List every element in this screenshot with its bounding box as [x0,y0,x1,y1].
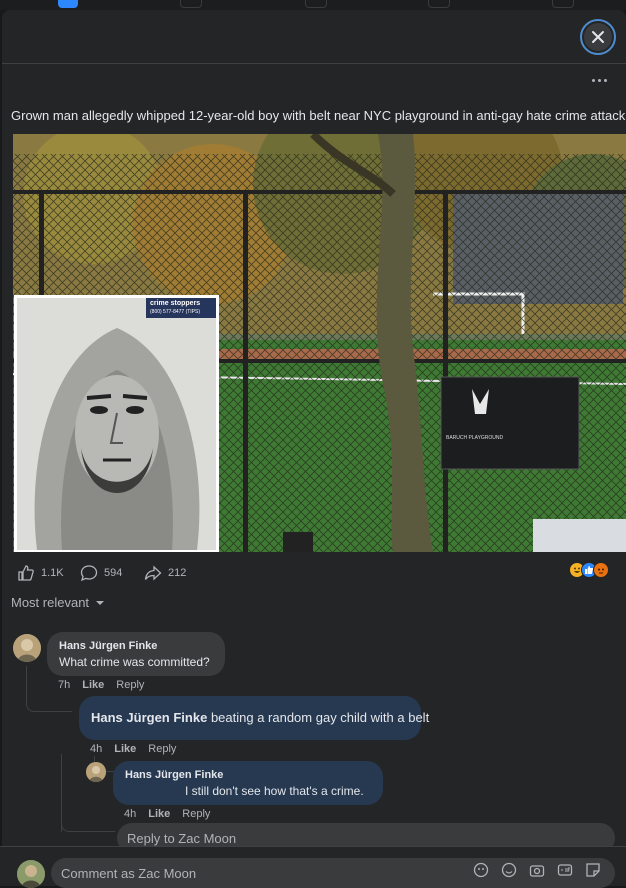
like-icon [18,565,34,581]
comment-icon [80,565,98,582]
reply-bubble[interactable]: Hans Jürgen Finke beating a random gay c… [79,696,429,740]
comment-input-placeholder: Comment as Zac Moon [61,865,197,881]
comment-sort-dropdown[interactable]: Most relevant [11,595,105,610]
avatar[interactable] [86,762,106,782]
reply-meta: 4h Like Reply [124,808,210,820]
comment-author[interactable]: Hans Jürgen Finke [59,640,213,652]
crimestoppers-label: crime stoppers [150,300,201,307]
reply-bubble[interactable]: Hans Jürgen Finke I still don't see how … [113,761,383,805]
nav-gaming-icon[interactable] [552,0,574,8]
reply-author[interactable]: Hans Jürgen Finke [125,769,371,781]
comment-text: What crime was committed? [59,655,210,669]
like-count[interactable]: 1.1K [17,560,64,586]
reply-button[interactable]: Reply [116,679,144,691]
comment-time[interactable]: 7h [58,679,70,691]
modal-header [2,10,626,64]
reply-input-placeholder: Reply to Zac Moon [127,830,237,846]
comment-input[interactable]: Comment as Zac Moon [51,858,615,888]
nav-home-indicator[interactable] [58,0,78,8]
post-stats: 1.1K 594 212 [0,560,624,586]
like-button[interactable]: Like [148,808,170,820]
like-button[interactable]: Like [82,679,104,691]
reaction-summary[interactable] [569,562,609,578]
reply-time[interactable]: 4h [90,743,102,755]
top-nav-strip [0,0,626,10]
comment-tools [473,862,601,878]
sticker-icon[interactable] [585,862,601,878]
nav-video-icon[interactable] [180,0,202,8]
sort-label: Most relevant [11,595,90,610]
nav-marketplace-icon[interactable] [305,0,327,8]
reply-meta: 4h Like Reply [90,743,176,755]
nav-groups-icon[interactable] [428,0,450,8]
comment-bubble[interactable]: Hans Jürgen Finke What crime was committ… [47,632,225,676]
like-count-value: 1.1K [41,567,64,579]
more-options-button[interactable] [584,72,614,88]
reply-button[interactable]: Reply [182,808,210,820]
share-count[interactable]: 212 [144,560,186,586]
reply-author[interactable]: Hans Jürgen Finke [91,710,207,725]
post-photo[interactable]: BARUCH PLAYGROUND crime stoppers (800) 5… [13,134,626,552]
gif-icon[interactable] [557,862,573,878]
emoji-icon[interactable] [501,862,517,878]
comment-count[interactable]: 594 [80,560,122,586]
like-button[interactable]: Like [114,743,136,755]
suspect-sketch[interactable]: crime stoppers (800) 577-8477 (TIPS) [14,295,219,552]
camera-icon[interactable] [529,862,545,878]
sketch-drawing [17,298,216,550]
close-button[interactable] [580,19,616,55]
comment-count-value: 594 [104,567,123,579]
close-icon [592,31,604,43]
crimestoppers-phone: (800) 577-8477 (TIPS) [150,309,201,315]
avatar-sticker-icon[interactable] [473,862,489,878]
reply-time[interactable]: 4h [124,808,136,820]
share-icon [144,565,162,581]
share-count-value: 212 [168,567,187,579]
avatar[interactable] [13,634,41,662]
angry-reaction-icon [593,562,609,578]
post-headline[interactable]: Grown man allegedly whipped 12-year-old … [11,108,625,123]
current-user-avatar[interactable] [17,860,45,888]
reply-text: I still don't see how that's a crime. [185,784,364,798]
caret-down-icon [96,600,105,605]
reply-text: beating a random gay child with a belt [210,710,430,725]
comment-meta: 7h Like Reply [58,679,144,691]
crimestoppers-badge: crime stoppers (800) 577-8477 (TIPS) [146,298,216,318]
sign-text: BARUCH PLAYGROUND [446,435,504,441]
reply-button[interactable]: Reply [148,743,176,755]
